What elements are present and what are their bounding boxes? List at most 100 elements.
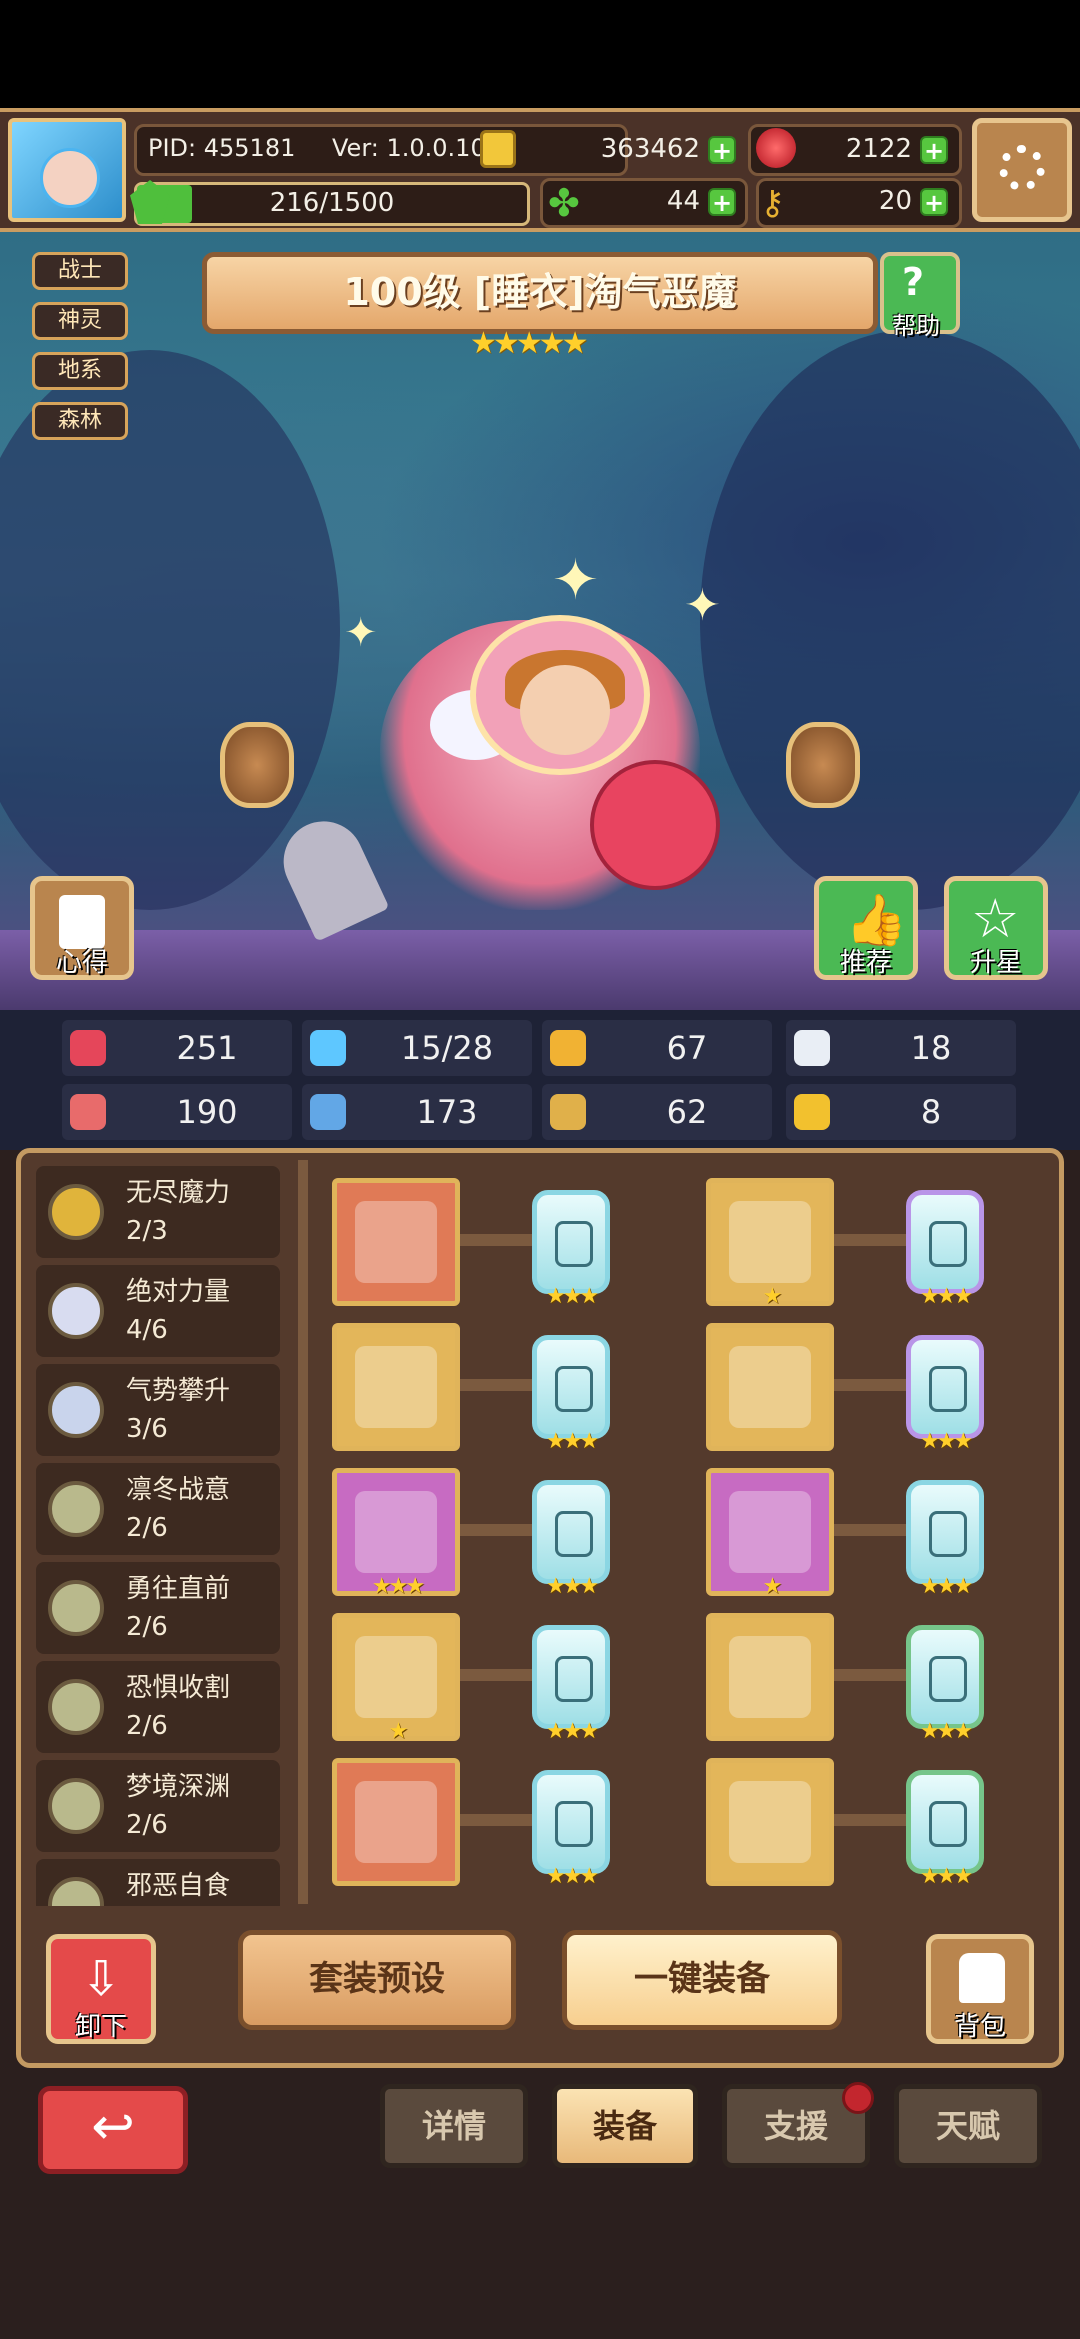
set-count: 4/6 xyxy=(126,1315,168,1345)
rune-icon xyxy=(929,1221,967,1267)
add-gold-button[interactable]: + xyxy=(708,136,736,164)
equipment-slot[interactable] xyxy=(706,1758,834,1886)
gem-link xyxy=(460,1379,534,1391)
set-count: 2/6 xyxy=(126,1612,168,1642)
backpack-button[interactable]: 背包 xyxy=(926,1934,1034,2044)
gem-amount: 2122 xyxy=(845,134,912,164)
boots-icon xyxy=(550,1094,586,1130)
gem-link xyxy=(460,1524,534,1536)
add-key-button[interactable]: + xyxy=(920,188,948,216)
set-bonus-list[interactable]: 无尽魔力 2/3 绝对力量 4/6 气势攀升 3/6 凛冬战意 2/6 勇往直前 2/6 恐惧收割 2… xyxy=(36,1166,282,1906)
gem-stars: ★★★ xyxy=(545,1574,599,1599)
equipment-slot[interactable] xyxy=(706,1323,834,1451)
unequip-label: 卸下 xyxy=(74,2012,127,2042)
set-emblem-icon xyxy=(48,1679,104,1735)
gem-socket[interactable] xyxy=(906,1770,984,1874)
key-icon: ⚷ xyxy=(760,183,785,223)
player-avatar[interactable] xyxy=(8,118,126,222)
tag-race: 神灵 xyxy=(32,302,128,340)
stat-value: 190 xyxy=(176,1093,238,1131)
ring-icon xyxy=(355,1781,437,1863)
gem-socket[interactable] xyxy=(532,1770,610,1874)
equip-all-button[interactable]: 一键装备 xyxy=(562,1930,842,2030)
add-clover-button[interactable]: + xyxy=(708,188,736,216)
set-bonus-item[interactable]: 气势攀升 3/6 xyxy=(36,1364,280,1456)
gem-socket[interactable] xyxy=(906,1480,984,1584)
set-bonus-item[interactable]: 邪恶自食 xyxy=(36,1859,280,1906)
rune-icon xyxy=(929,1511,967,1557)
gem-socket[interactable] xyxy=(906,1190,984,1294)
set-bonus-item[interactable]: 勇往直前 2/6 xyxy=(36,1562,280,1654)
gem-socket[interactable] xyxy=(532,1190,610,1294)
settings-button[interactable] xyxy=(972,118,1072,222)
set-emblem-icon xyxy=(48,1283,104,1339)
set-emblem-icon xyxy=(48,1877,104,1906)
stat-value: 18 xyxy=(910,1029,952,1067)
tag-habitat: 森林 xyxy=(32,402,128,440)
set-name: 无尽魔力 xyxy=(126,1178,231,1208)
star-up-button[interactable]: ☆ 升星 xyxy=(944,876,1048,980)
set-name: 气势攀升 xyxy=(126,1376,231,1406)
recommend-label: 推荐 xyxy=(839,948,892,978)
game-version: Ver: 1.0.0.10 xyxy=(332,134,486,162)
equipment-slot[interactable] xyxy=(332,1323,460,1451)
item-stars: ★ xyxy=(388,1719,409,1744)
gem-socket[interactable] xyxy=(906,1335,984,1439)
gem-link xyxy=(460,1234,534,1246)
stat-value: 15/28 xyxy=(400,1029,494,1067)
shield-icon xyxy=(550,1030,586,1066)
gem-socket[interactable] xyxy=(532,1480,610,1584)
star-icon: ☆ xyxy=(971,887,1020,950)
set-bonus-item[interactable]: 梦境深渊 2/6 xyxy=(36,1760,280,1852)
character-stars: ★★★★★ xyxy=(470,326,588,361)
set-preset-button[interactable]: 套装预设 xyxy=(238,1930,516,2030)
insight-button[interactable]: 心得 xyxy=(30,876,134,980)
set-name: 梦境深渊 xyxy=(126,1772,231,1802)
question-icon: ? xyxy=(902,260,925,304)
status-bar xyxy=(0,0,1080,108)
gem-link xyxy=(834,1234,908,1246)
next-character-button[interactable] xyxy=(786,722,860,808)
scroll-icon xyxy=(59,895,105,949)
set-bonus-item[interactable]: 绝对力量 4/6 xyxy=(36,1265,280,1357)
fist-icon xyxy=(70,1094,106,1130)
set-bonus-item[interactable]: 恐惧收割 2/6 xyxy=(36,1661,280,1753)
unequip-button[interactable]: ⇩ 卸下 xyxy=(46,1934,156,2044)
back-button[interactable]: ↩ xyxy=(38,2086,188,2174)
gold-coin-icon xyxy=(480,130,516,168)
gem-socket[interactable] xyxy=(532,1625,610,1729)
panel-divider xyxy=(298,1160,308,1904)
recommend-button[interactable]: 👍 推荐 xyxy=(814,876,918,980)
gem-link xyxy=(834,1814,908,1826)
set-bonus-item[interactable]: 凛冬战意 2/6 xyxy=(36,1463,280,1555)
heart-orb-icon xyxy=(355,1636,437,1718)
clover-icon: ✤ xyxy=(548,181,580,225)
gem-socket[interactable] xyxy=(532,1335,610,1439)
star-up-label: 升星 xyxy=(969,948,1022,978)
gem-socket[interactable] xyxy=(906,1625,984,1729)
help-button[interactable]: ? 帮助 xyxy=(880,252,960,340)
wing-icon xyxy=(794,1030,830,1066)
add-gem-button[interactable]: + xyxy=(920,136,948,164)
gem-link xyxy=(834,1524,908,1536)
equipment-slot[interactable] xyxy=(706,1613,834,1741)
tab-talent[interactable]: 天赋 xyxy=(894,2084,1042,2168)
character-title: 100级 [睡衣]淘气恶魔 xyxy=(202,252,878,334)
tab-details[interactable]: 详情 xyxy=(380,2084,528,2168)
prev-character-button[interactable] xyxy=(220,722,294,808)
tag-class: 战士 xyxy=(32,252,128,290)
gem-stars: ★★★ xyxy=(919,1864,973,1889)
equipment-slot[interactable] xyxy=(332,1178,460,1306)
rune-icon xyxy=(929,1656,967,1702)
mana-drop-icon xyxy=(310,1030,346,1066)
equipment-slot[interactable] xyxy=(332,1758,460,1886)
book-icon xyxy=(310,1094,346,1130)
tab-equipment[interactable]: 装备 xyxy=(552,2084,698,2168)
gem-stars: ★★★ xyxy=(545,1864,599,1889)
amulet-icon xyxy=(729,1201,811,1283)
gear-icon xyxy=(999,145,1045,191)
character-face xyxy=(520,665,610,755)
set-bonus-item[interactable]: 无尽魔力 2/3 xyxy=(36,1166,280,1258)
gold-amount: 363462 xyxy=(600,134,700,164)
gem-stars: ★★★ xyxy=(545,1284,599,1309)
